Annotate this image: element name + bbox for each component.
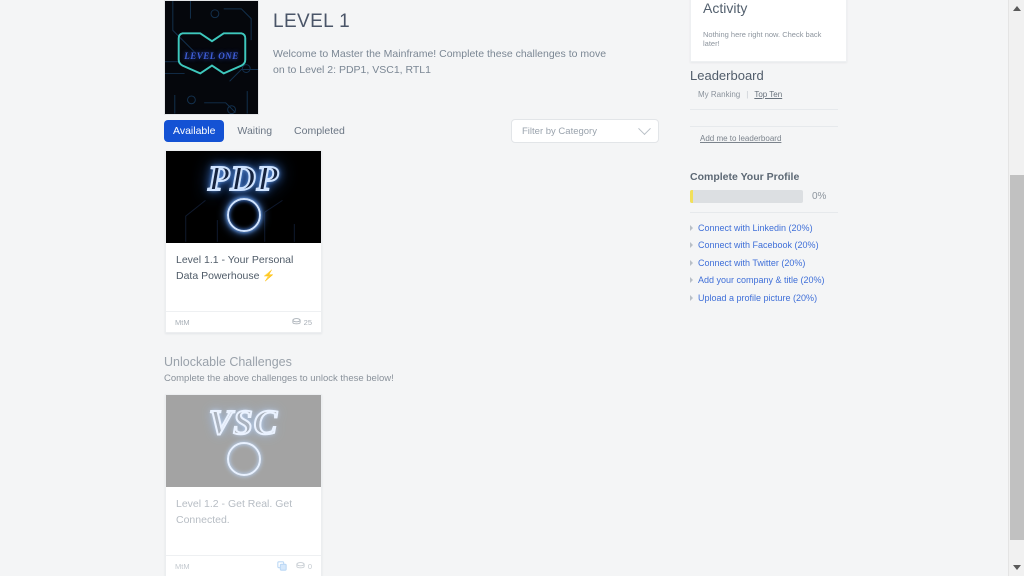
profile-task-label: Upload a profile picture (20%) [698,292,818,303]
challenge-card-vsc-locked[interactable]: VSC Level 1.2 - Get Real. Get Connected.… [165,394,322,576]
leaderboard-tabs: My Ranking | Top Ten [698,90,782,99]
tab-completed[interactable]: Completed [285,120,354,142]
main-content: LEVEL ONE LEVEL 1 Welcome to Master the … [164,0,664,115]
level-hero-text: LEVEL 1 Welcome to Master the Mainframe!… [273,0,618,79]
profile-divider [690,212,838,213]
challenge-points: 0 [296,562,312,571]
challenge-thumbnail-locked: VSC [166,395,321,487]
unlockable-subheading: Complete the above challenges to unlock … [164,373,394,384]
neon-ring-icon [226,197,261,232]
leaderboard-separator: | [746,90,749,99]
profile-task-label: Connect with Facebook (20%) [698,240,819,251]
chevron-down-icon [638,121,651,135]
activity-panel: Activity Nothing here right now. Check b… [690,0,847,62]
scroll-up-arrow-icon[interactable] [1009,0,1024,17]
challenge-author: MtM [175,561,190,571]
profile-task-facebook[interactable]: Connect with Facebook (20%) [690,237,850,255]
challenge-thumbnail: PDP [166,151,321,243]
profile-task-label: Connect with Twitter (20%) [698,257,806,268]
profile-task-linkedin[interactable]: Connect with Linkedin (20%) [690,219,850,237]
profile-task-picture[interactable]: Upload a profile picture (20%) [690,289,850,307]
profile-progress-bar [690,190,803,203]
vertical-scrollbar[interactable] [1008,0,1024,576]
category-filter-value: Filter by Category [522,125,597,137]
profile-section-title: Complete Your Profile [690,171,800,183]
chevron-right-icon [690,242,693,249]
challenge-card-body: Level 1.1 - Your Personal Data Powerhous… [166,243,321,303]
profile-progress-percent: 0% [812,191,827,202]
challenge-controls: Available Waiting Completed Filter by Ca… [164,119,659,143]
challenge-points-value: 0 [307,561,312,571]
level-description: Welcome to Master the Mainframe! Complet… [273,48,607,77]
level-badge-image: LEVEL ONE [164,0,259,115]
chevron-right-icon [690,224,693,231]
chevron-right-icon [690,277,693,284]
leaderboard-divider-bottom [690,126,838,127]
challenge-points-value: 25 [303,317,312,327]
neon-graphic: PDP [166,151,321,243]
profile-task-list: Connect with Linkedin (20%) Connect with… [690,219,850,307]
unlockable-section-header: Unlockable Challenges Complete the above… [164,355,494,384]
profile-progress-fill [690,190,693,203]
leaderboard-my-ranking[interactable]: My Ranking [698,90,740,99]
neon-graphic: VSC [166,395,321,487]
page-title: LEVEL 1 [273,11,351,32]
add-me-to-leaderboard-link[interactable]: Add me to leaderboard [700,134,781,143]
challenge-card-pdp[interactable]: PDP Level 1.1 - Your Personal Data Power… [165,150,322,333]
challenge-meta: 25 [292,318,312,327]
page-root: LEVEL ONE LEVEL 1 Welcome to Master the … [0,0,1024,576]
leaderboard-title: Leaderboard [690,68,764,83]
activity-title: Activity [703,0,748,16]
leaderboard-divider-top [690,109,838,110]
category-filter-select[interactable]: Filter by Category [511,119,659,143]
level-badge-text: LEVEL ONE [184,51,239,61]
coins-icon [292,318,301,325]
status-tabs: Available Waiting Completed [164,120,354,142]
activity-empty-text: Nothing here right now. Check back later… [703,30,822,48]
challenge-image-word: VSC [208,403,279,443]
chevron-right-icon [690,259,693,266]
leaderboard-top-ten[interactable]: Top Ten [754,90,782,99]
coins-icon [296,562,305,569]
challenge-card-footer: MtM 25 [166,311,321,332]
scroll-down-arrow-icon[interactable] [1009,559,1024,576]
level-hero: LEVEL ONE LEVEL 1 Welcome to Master the … [164,0,664,115]
unlockable-heading: Unlockable Challenges [164,355,292,369]
challenge-card-footer: MtM 0 [166,555,321,576]
profile-task-label: Add your company & title (20%) [698,275,825,286]
challenge-title: Level 1.1 - Your Personal Data Powerhous… [176,254,294,282]
layers-lock-icon [277,561,287,571]
challenge-author: MtM [175,317,190,327]
challenge-meta: 0 [277,561,312,571]
profile-progress-row: 0% [690,190,838,203]
challenge-points: 25 [292,318,312,327]
profile-task-label: Connect with Linkedin (20%) [698,222,813,233]
neon-ring-icon [226,441,261,476]
profile-task-company-title[interactable]: Add your company & title (20%) [690,272,850,290]
scrollbar-thumb[interactable] [1010,175,1024,540]
challenge-image-word: PDP [207,159,280,199]
chevron-right-icon [690,294,693,301]
tab-available[interactable]: Available [164,120,225,142]
challenge-title: Level 1.2 - Get Real. Get Connected. [176,498,293,526]
challenge-card-body: Level 1.2 - Get Real. Get Connected. [166,487,321,547]
profile-task-twitter[interactable]: Connect with Twitter (20%) [690,254,850,272]
tab-waiting[interactable]: Waiting [228,120,281,142]
